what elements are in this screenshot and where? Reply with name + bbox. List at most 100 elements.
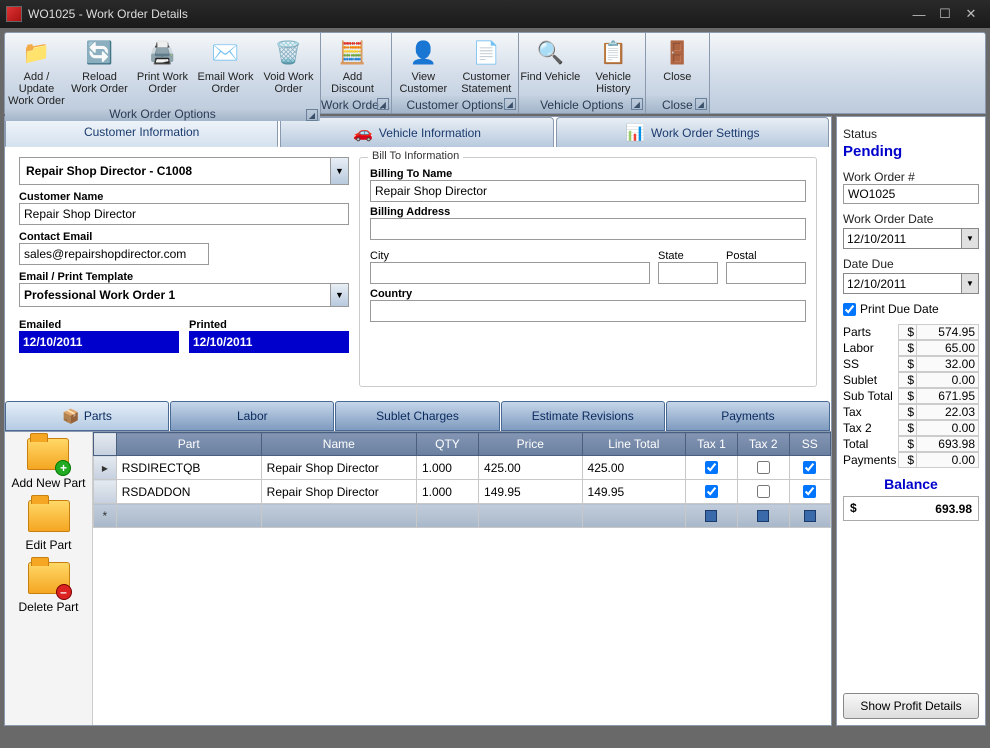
ribbon-button[interactable]: ✉️Email WorkOrder bbox=[194, 33, 257, 107]
postal-input[interactable] bbox=[726, 262, 806, 284]
printed-value[interactable]: 12/10/2011 bbox=[189, 331, 349, 353]
ribbon-button[interactable]: 📁Add / UpdateWork Order bbox=[5, 33, 68, 107]
grid-cell[interactable]: 1.000 bbox=[416, 480, 478, 504]
total-label: Tax bbox=[843, 405, 898, 419]
grid-header[interactable]: QTY bbox=[416, 433, 478, 456]
dialog-launcher-icon[interactable]: ◢ bbox=[504, 98, 516, 110]
ribbon-group: 🔍Find Vehicle📋VehicleHistoryVehicle Opti… bbox=[519, 33, 646, 113]
grid-cell[interactable]: 425.00 bbox=[479, 456, 583, 480]
work-order-date-combo[interactable]: 12/10/2011▼ bbox=[843, 228, 979, 249]
table-row[interactable]: RSDADDONRepair Shop Director1.000149.951… bbox=[94, 480, 831, 504]
parts-grid[interactable]: PartNameQTYPriceLine TotalTax 1Tax 2SS▸R… bbox=[93, 432, 831, 528]
dialog-launcher-icon[interactable]: ◢ bbox=[306, 109, 318, 121]
customer-name-input[interactable] bbox=[19, 203, 349, 225]
sub-tab[interactable]: Estimate Revisions bbox=[501, 401, 665, 431]
table-row[interactable]: ▸RSDIRECTQBRepair Shop Director1.000425.… bbox=[94, 456, 831, 480]
grid-cell[interactable] bbox=[686, 456, 738, 480]
main-tab[interactable]: 📊Work Order Settings bbox=[556, 117, 829, 147]
grid-cell[interactable] bbox=[789, 480, 830, 504]
sub-tab[interactable]: Payments bbox=[666, 401, 830, 431]
chevron-down-icon[interactable]: ▼ bbox=[330, 284, 348, 306]
city-input[interactable] bbox=[370, 262, 650, 284]
main-tab[interactable]: Customer Information bbox=[5, 117, 278, 147]
grid-cell[interactable] bbox=[789, 456, 830, 480]
grid-header[interactable]: SS bbox=[789, 433, 830, 456]
checkbox-icon[interactable] bbox=[757, 510, 769, 522]
ribbon-button[interactable]: 🔍Find Vehicle bbox=[519, 33, 582, 96]
row-header: * bbox=[94, 504, 117, 528]
ribbon-button[interactable]: 🧮Add Discount bbox=[321, 33, 384, 96]
grid-header[interactable]: Tax 1 bbox=[686, 433, 738, 456]
grid-cell[interactable] bbox=[737, 456, 789, 480]
dialog-launcher-icon[interactable]: ◢ bbox=[377, 98, 389, 110]
sub-tab[interactable]: 📦Parts bbox=[5, 401, 169, 431]
grid-header[interactable]: Part bbox=[116, 433, 261, 456]
grid-cell[interactable]: 149.95 bbox=[479, 480, 583, 504]
ribbon-button[interactable]: 🗑️Void WorkOrder bbox=[257, 33, 320, 107]
date-due-combo[interactable]: 12/10/2011▼ bbox=[843, 273, 979, 294]
ribbon-button[interactable]: 🖨️Print WorkOrder bbox=[131, 33, 194, 107]
country-input[interactable] bbox=[370, 300, 806, 322]
ribbon-button[interactable]: 🔄ReloadWork Order bbox=[68, 33, 131, 107]
grid-cell[interactable]: Repair Shop Director bbox=[261, 456, 416, 480]
delete-part-button[interactable]: – Delete Part bbox=[18, 562, 78, 614]
dialog-launcher-icon[interactable]: ◢ bbox=[695, 98, 707, 110]
grid-header[interactable]: Name bbox=[261, 433, 416, 456]
close-window-button[interactable]: ✕ bbox=[958, 5, 984, 23]
grid-cell[interactable]: 1.000 bbox=[416, 456, 478, 480]
customer-combo[interactable]: Repair Shop Director - C1008 ▼ bbox=[19, 157, 349, 185]
grid-cell[interactable]: RSDADDON bbox=[116, 480, 261, 504]
tax1-checkbox[interactable] bbox=[705, 461, 718, 474]
grid-cell[interactable]: Repair Shop Director bbox=[261, 480, 416, 504]
new-row[interactable]: * bbox=[94, 504, 831, 528]
ribbon-label: CustomerStatement bbox=[461, 71, 511, 95]
main-tab[interactable]: 🚗Vehicle Information bbox=[280, 117, 553, 147]
dialog-launcher-icon[interactable]: ◢ bbox=[631, 98, 643, 110]
contact-email-input[interactable] bbox=[19, 243, 209, 265]
tab-label: Vehicle Information bbox=[379, 126, 481, 140]
grid-cell[interactable] bbox=[686, 480, 738, 504]
billing-address-input[interactable] bbox=[370, 218, 806, 240]
maximize-button[interactable]: ☐ bbox=[932, 5, 958, 23]
tax2-checkbox[interactable] bbox=[757, 485, 770, 498]
print-due-date-checkbox[interactable] bbox=[843, 303, 856, 316]
emailed-value[interactable]: 12/10/2011 bbox=[19, 331, 179, 353]
grid-header[interactable]: Line Total bbox=[582, 433, 686, 456]
total-value: 574.95 bbox=[916, 324, 979, 340]
tax1-checkbox[interactable] bbox=[705, 485, 718, 498]
ribbon-button[interactable]: 👤View Customer bbox=[392, 33, 455, 96]
grid-header[interactable]: Price bbox=[479, 433, 583, 456]
ribbon-group: 🚪CloseClose◢ bbox=[646, 33, 710, 113]
tax2-checkbox[interactable] bbox=[757, 461, 770, 474]
row-header[interactable] bbox=[94, 480, 117, 504]
grid-cell[interactable]: 149.95 bbox=[582, 480, 686, 504]
grid-cell[interactable] bbox=[737, 480, 789, 504]
grid-header[interactable]: Tax 2 bbox=[737, 433, 789, 456]
sub-tab[interactable]: Sublet Charges bbox=[335, 401, 499, 431]
grid-cell[interactable]: RSDIRECTQB bbox=[116, 456, 261, 480]
chevron-down-icon[interactable]: ▼ bbox=[961, 274, 978, 293]
checkbox-icon[interactable] bbox=[705, 510, 717, 522]
add-new-part-button[interactable]: + Add New Part bbox=[11, 438, 85, 490]
ribbon-button[interactable]: 📄CustomerStatement bbox=[455, 33, 518, 96]
ribbon-button[interactable]: 📋VehicleHistory bbox=[582, 33, 645, 96]
template-combo[interactable]: Professional Work Order 1 ▼ bbox=[19, 283, 349, 307]
sub-tab[interactable]: Labor bbox=[170, 401, 334, 431]
edit-part-button[interactable]: Edit Part bbox=[25, 500, 71, 552]
subtab-label: Sublet Charges bbox=[376, 409, 459, 423]
total-label: Total bbox=[843, 437, 898, 451]
row-header[interactable]: ▸ bbox=[94, 456, 117, 480]
chevron-down-icon[interactable]: ▼ bbox=[330, 158, 348, 184]
state-input[interactable] bbox=[658, 262, 718, 284]
billing-name-input[interactable] bbox=[370, 180, 806, 202]
ss-checkbox[interactable] bbox=[803, 461, 816, 474]
ribbon-button[interactable]: 🚪Close bbox=[646, 33, 709, 96]
show-profit-details-button[interactable]: Show Profit Details bbox=[843, 693, 979, 719]
grid-cell[interactable]: 425.00 bbox=[582, 456, 686, 480]
work-order-num-input[interactable] bbox=[843, 184, 979, 204]
chevron-down-icon[interactable]: ▼ bbox=[961, 229, 978, 248]
minimize-button[interactable]: — bbox=[906, 5, 932, 23]
ss-checkbox[interactable] bbox=[803, 485, 816, 498]
titlebar: WO1025 - Work Order Details — ☐ ✕ bbox=[0, 0, 990, 28]
checkbox-icon[interactable] bbox=[804, 510, 816, 522]
